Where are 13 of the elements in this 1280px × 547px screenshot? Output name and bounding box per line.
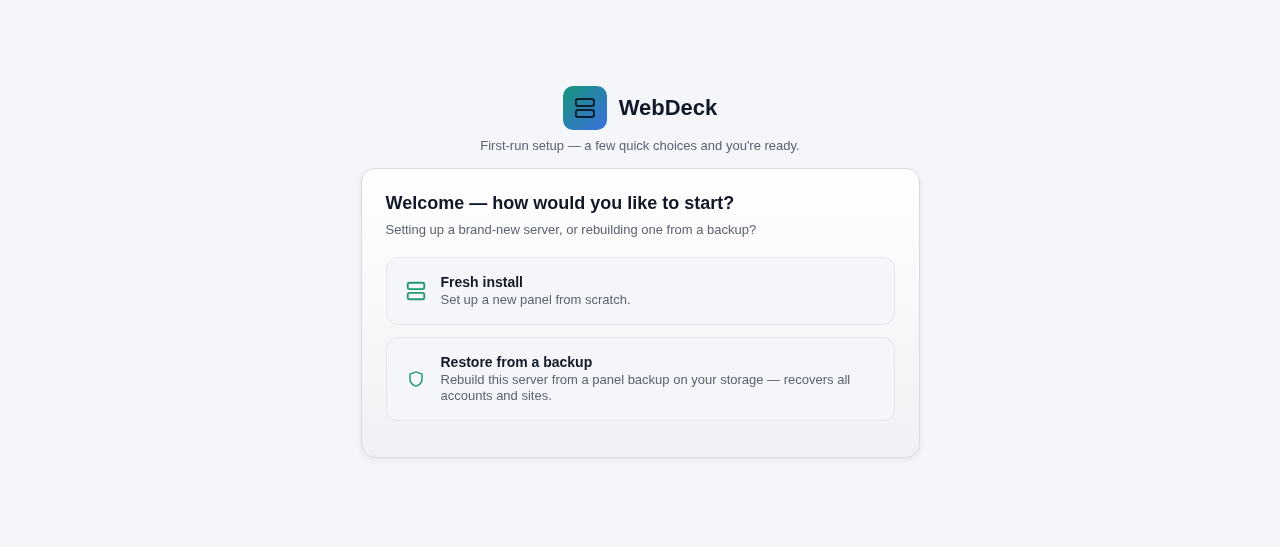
- option-title: Fresh install: [440, 274, 524, 290]
- card-subtitle: Setting up a brand-new server, or rebuilding one from a backup?: [385, 222, 758, 237]
- option-title: Restore from a backup: [440, 354, 594, 370]
- card-title: Welcome — how would you like to start?: [385, 193, 736, 214]
- server-icon: [404, 280, 427, 302]
- option-description: Set up a new panel from scratch.: [440, 292, 631, 308]
- option-card[interactable]: Fresh install Set up a new panel from scratch.: [385, 257, 895, 325]
- option-card[interactable]: Restore from a backup Rebuild this server from a panel backup on your storage — recovers all accounts and sites.: [385, 337, 895, 421]
- shield-icon: [406, 370, 425, 388]
- app-logo-icon: [562, 86, 607, 130]
- tagline: First-run setup — a few quick choices and you're ready.: [480, 138, 800, 153]
- option-description: Rebuild this server from a panel backup on your storage — recovers all accounts and sites.: [440, 372, 852, 404]
- app-name: WebDeck: [618, 95, 718, 121]
